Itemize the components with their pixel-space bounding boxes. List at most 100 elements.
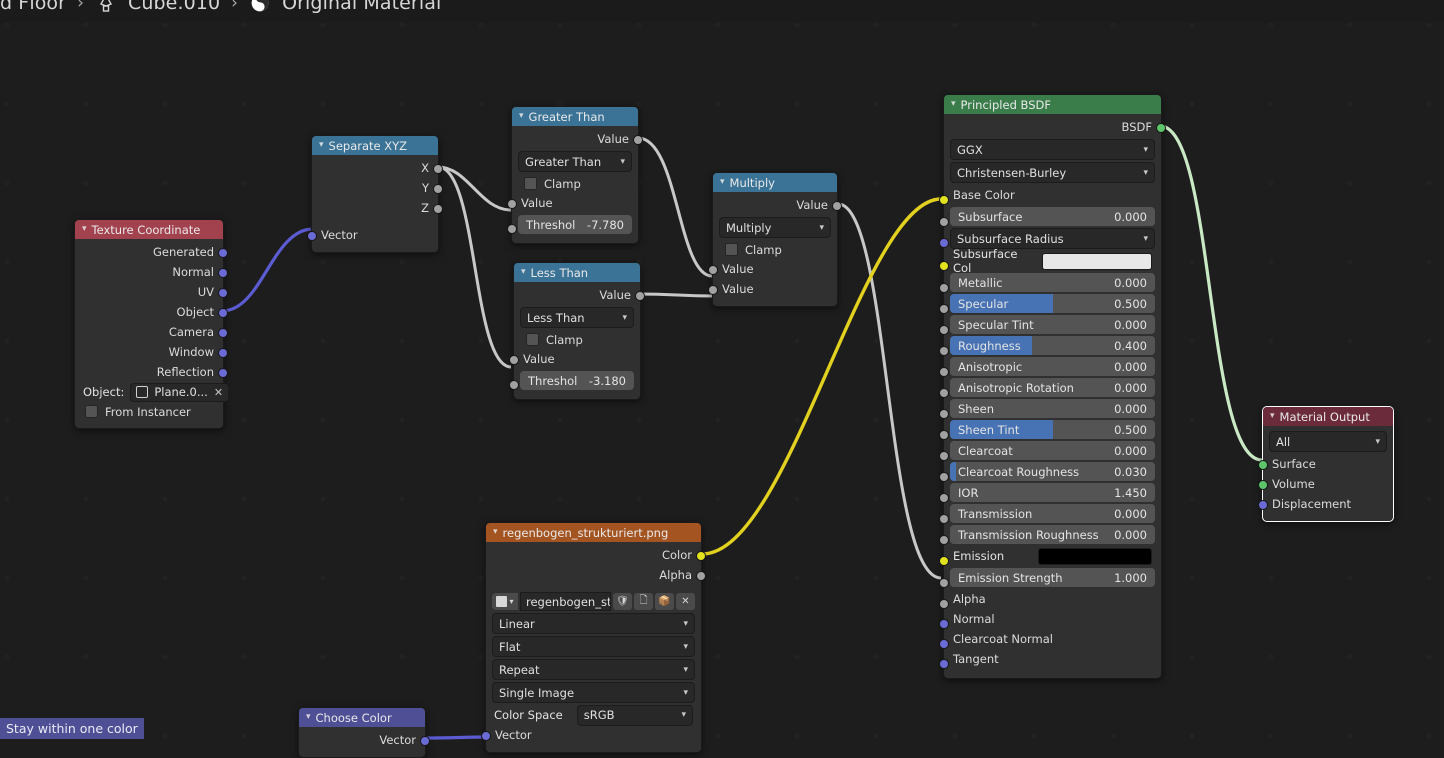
shield-icon[interactable]: 🛡: [613, 593, 632, 610]
socket-row-x[interactable]: X: [312, 158, 443, 178]
bsdf-input-row[interactable]: Clearcoat Normal: [939, 629, 1161, 649]
slider-emission-strength[interactable]: Emission Strength 1.000: [950, 568, 1155, 587]
threshold-slider[interactable]: Threshol -7.780: [518, 215, 632, 234]
node-separate-xyz[interactable]: ▾ Separate XYZ X Y Z Vector: [307, 135, 443, 253]
output-socket-x[interactable]: [433, 163, 443, 174]
slider-specular-tint[interactable]: Specular Tint 0.000: [950, 315, 1155, 334]
input-socket-anisotropic[interactable]: [939, 367, 949, 377]
output-socket-y[interactable]: [433, 183, 443, 194]
socket-row-window[interactable]: Window: [75, 342, 228, 362]
bsdf-input-row[interactable]: Transmission Roughness 0.000: [939, 525, 1161, 545]
input-socket-threshold[interactable]: [507, 223, 517, 234]
node-header-principled-bsdf[interactable]: ▾ Principled BSDF: [944, 95, 1161, 114]
bsdf-input-row[interactable]: Transmission 0.000: [939, 504, 1161, 524]
clamp-checkbox-row[interactable]: Clamp: [514, 330, 640, 349]
socket-row-z[interactable]: Z: [312, 198, 443, 218]
bsdf-input-row[interactable]: Specular Tint 0.000: [939, 315, 1161, 335]
socket-row-bsdf-out[interactable]: BSDF: [944, 117, 1166, 137]
output-socket-normal[interactable]: [218, 267, 228, 278]
subsurface-method-dropdown[interactable]: Christensen-Burley ▾: [950, 162, 1155, 183]
output-socket-reflection[interactable]: [218, 367, 228, 378]
bsdf-input-row[interactable]: Subsurface 0.000: [939, 207, 1161, 227]
output-socket-uv[interactable]: [218, 287, 228, 298]
bsdf-input-row[interactable]: Sheen Tint 0.500: [939, 420, 1161, 440]
image-browse-button[interactable]: ▾: [492, 593, 518, 610]
input-socket-threshold[interactable]: [509, 379, 519, 390]
breadcrumb-item-material[interactable]: Original Material: [282, 0, 441, 14]
chevron-down-icon[interactable]: ▾: [1270, 411, 1275, 421]
input-socket-vector[interactable]: [481, 730, 491, 741]
chevron-down-icon[interactable]: ▾: [306, 712, 311, 722]
bsdf-input-row[interactable]: Clearcoat Roughness 0.030: [939, 462, 1161, 482]
chevron-down-icon[interactable]: ▾: [319, 140, 324, 150]
slider-sheen-tint[interactable]: Sheen Tint 0.500: [950, 420, 1155, 439]
socket-row-alpha-out[interactable]: Alpha: [486, 565, 706, 585]
slider-specular[interactable]: Specular 0.500: [950, 294, 1155, 313]
object-picker-row[interactable]: Object: Plane.0... ✕: [75, 382, 230, 402]
input-socket-ior[interactable]: [939, 493, 949, 503]
input-socket-subsurface-radius[interactable]: [939, 238, 949, 248]
input-socket-anisotropic-rotation[interactable]: [939, 388, 949, 398]
slider-clearcoat[interactable]: Clearcoat 0.000: [950, 441, 1155, 460]
socket-row-vector-in[interactable]: Vector: [307, 225, 438, 245]
chevron-down-icon[interactable]: ▾: [521, 267, 526, 277]
socket-row-volume[interactable]: Volume: [1258, 474, 1393, 494]
output-socket-alpha[interactable]: [696, 570, 706, 581]
extension-dropdown[interactable]: Repeat ▾: [492, 659, 695, 680]
node-image-texture[interactable]: ▾ regenbogen_strukturiert.png Color Alph…: [481, 522, 706, 753]
close-icon[interactable]: ✕: [676, 593, 695, 610]
operation-dropdown[interactable]: Multiply ▾: [719, 217, 831, 238]
input-socket-clearcoat[interactable]: [939, 451, 949, 461]
chevron-down-icon[interactable]: ▾: [493, 527, 498, 537]
chevron-down-icon[interactable]: ▾: [519, 111, 524, 121]
node-header-multiply[interactable]: ▾ Multiply: [713, 173, 837, 192]
slider-anisotropic[interactable]: Anisotropic 0.000: [950, 357, 1155, 376]
source-dropdown[interactable]: Single Image ▾: [492, 682, 695, 703]
bsdf-input-row[interactable]: Anisotropic 0.000: [939, 357, 1161, 377]
image-datablock-row[interactable]: ▾ regenbogen_stru... 🛡 🗋 📦 ✕: [486, 592, 701, 611]
bsdf-input-row[interactable]: Alpha: [939, 589, 1161, 609]
bsdf-input-row[interactable]: Specular 0.500: [939, 294, 1161, 314]
socket-row-value-in[interactable]: Value: [509, 349, 640, 369]
slider-roughness[interactable]: Roughness 0.400: [950, 336, 1155, 355]
input-socket-vector[interactable]: [307, 230, 317, 241]
socket-row-generated[interactable]: Generated: [75, 242, 228, 262]
socket-row-vector-in[interactable]: Vector: [481, 725, 701, 745]
node-header-material-output[interactable]: ▾ Material Output: [1263, 407, 1393, 426]
input-socket-subsurface-col[interactable]: [939, 261, 949, 271]
node-header-texture-coordinate[interactable]: ▾ Texture Coordinate: [75, 220, 223, 239]
input-socket-value[interactable]: [507, 198, 517, 209]
socket-row-y[interactable]: Y: [312, 178, 443, 198]
input-socket-sheen-tint[interactable]: [939, 430, 949, 440]
socket-row-reflection[interactable]: Reflection: [75, 362, 228, 382]
from-instancer-checkbox-row[interactable]: From Instancer: [75, 402, 223, 421]
threshold-slider[interactable]: Threshol -3.180: [520, 371, 634, 390]
output-socket-z[interactable]: [433, 203, 443, 214]
output-socket-vector[interactable]: [420, 735, 430, 746]
socket-row-surface[interactable]: Surface: [1258, 454, 1393, 474]
slider-anisotropic-rotation[interactable]: Anisotropic Rotation 0.000: [950, 378, 1155, 397]
socket-row-value-out[interactable]: Value: [514, 285, 645, 305]
slider-metallic[interactable]: Metallic 0.000: [950, 273, 1155, 292]
output-socket-generated[interactable]: [218, 247, 228, 258]
output-socket-window[interactable]: [218, 347, 228, 358]
socket-row-color-out[interactable]: Color: [486, 545, 706, 565]
output-socket-value[interactable]: [635, 290, 645, 301]
clamp-checkbox-row[interactable]: Clamp: [512, 174, 638, 193]
output-socket-value[interactable]: [633, 134, 643, 145]
clamp-checkbox-row[interactable]: Clamp: [713, 240, 837, 259]
slider-clearcoat-roughness[interactable]: Clearcoat Roughness 0.030: [950, 462, 1155, 481]
input-socket-metallic[interactable]: [939, 283, 949, 293]
socket-row-uv[interactable]: UV: [75, 282, 228, 302]
target-dropdown[interactable]: All ▾: [1269, 431, 1387, 452]
socket-row-value-in[interactable]: Value: [507, 193, 638, 213]
input-socket-surface[interactable]: [1258, 459, 1268, 470]
node-choose-color[interactable]: ▾ Choose Color Vector: [298, 707, 430, 758]
node-less-than[interactable]: ▾ Less Than Value Less Than ▾ Clamp Valu…: [509, 262, 645, 400]
checkbox-icon[interactable]: [526, 333, 539, 346]
breadcrumb[interactable]: d Floor › Cube.010 › Original Material: [0, 0, 441, 20]
dropdown-subsurface-radius[interactable]: Subsurface Radius ▾: [950, 228, 1155, 249]
slider-transmission-roughness[interactable]: Transmission Roughness 0.000: [950, 525, 1155, 544]
chevron-down-icon[interactable]: ▾: [82, 224, 87, 234]
socket-row-value-a[interactable]: Value: [708, 259, 837, 279]
